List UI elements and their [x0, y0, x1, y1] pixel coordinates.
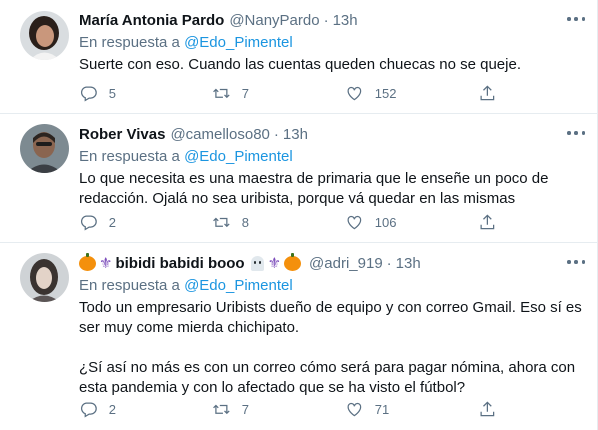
share-icon [480, 401, 495, 416]
like-button[interactable]: 152 [345, 84, 478, 103]
heart-icon [347, 402, 362, 416]
heart-icon [347, 215, 362, 229]
retweet-button[interactable]: 7 [212, 84, 345, 103]
timestamp[interactable]: 13h [333, 12, 358, 29]
like-button[interactable]: 106 [345, 213, 478, 232]
timestamp[interactable]: 13h [396, 255, 421, 272]
reply-button[interactable]: 5 [79, 84, 212, 103]
like-count: 106 [374, 214, 397, 230]
tweet[interactable]: ⚜ bibidi babidi booo ⚜ @adri_919 · 13h E… [0, 243, 597, 430]
share-icon [480, 214, 495, 229]
separator-dot: · [273, 125, 279, 143]
user-handle[interactable]: @NanyPardo [229, 12, 319, 29]
share-button[interactable] [478, 213, 508, 232]
timestamp[interactable]: 13h [283, 126, 308, 143]
retweet-icon [213, 88, 230, 98]
action-bar: 2 7 71 [79, 399, 509, 419]
reply-feed: María Antonia Pardo @NanyPardo · 13h En … [0, 0, 598, 430]
share-button[interactable] [478, 84, 508, 103]
heart-icon [347, 86, 362, 100]
reply-icon [80, 86, 97, 102]
separator-dot: · [386, 254, 392, 272]
fleur-de-lis-icon: ⚜ [99, 255, 113, 272]
user-handle[interactable]: @camelloso80 [170, 126, 269, 143]
reply-to-link[interactable]: @Edo_Pimentel [184, 148, 293, 165]
more-icon[interactable] [567, 257, 585, 267]
tweet[interactable]: María Antonia Pardo @NanyPardo · 13h En … [0, 0, 597, 114]
retweet-button[interactable]: 8 [212, 213, 345, 232]
avatar[interactable] [20, 253, 69, 302]
avatar[interactable] [20, 11, 69, 60]
reply-icon [80, 215, 97, 231]
tweet-paragraph: Lo que necesita es una maestra de primar… [79, 170, 549, 207]
pumpkin-icon [284, 252, 302, 271]
tweet[interactable]: Rober Vivas @camelloso80 · 13h En respue… [0, 114, 597, 243]
reply-icon [80, 402, 97, 418]
more-icon[interactable] [567, 128, 585, 138]
retweet-count: 7 [241, 85, 249, 101]
reply-context: En respuesta a @Edo_Pimentel [79, 33, 585, 53]
fleur-de-lis-icon: ⚜ [267, 255, 282, 272]
reply-button[interactable]: 2 [79, 213, 212, 232]
pumpkin-icon [79, 252, 96, 271]
reply-context: En respuesta a @Edo_Pimentel [79, 276, 585, 296]
display-name[interactable]: Rober Vivas [79, 126, 165, 143]
tweet-paragraph: Todo un empresario Uribists dueño de equ… [79, 299, 582, 336]
avatar[interactable] [20, 124, 69, 173]
share-icon [480, 85, 495, 100]
tweet-header: María Antonia Pardo @NanyPardo · 13h [79, 10, 585, 30]
display-name[interactable]: María Antonia Pardo [79, 12, 224, 29]
display-name[interactable]: bibidi babidi booo [115, 255, 244, 272]
like-count: 71 [374, 401, 390, 417]
reply-count: 2 [108, 401, 116, 417]
tweet-text: Suerte con eso. Cuando las cuentas quede… [79, 55, 585, 75]
reply-count: 2 [108, 214, 116, 230]
ghost-icon [250, 255, 264, 271]
retweet-icon [213, 217, 230, 227]
retweet-icon [213, 404, 230, 414]
separator-dot: · [323, 11, 329, 29]
reply-prefix: En respuesta a [79, 148, 180, 165]
tweet-paragraph: Suerte con eso. Cuando las cuentas quede… [79, 56, 521, 73]
tweet-header: Rober Vivas @camelloso80 · 13h [79, 124, 585, 144]
like-count: 152 [374, 85, 397, 101]
tweet-text: Todo un empresario Uribists dueño de equ… [79, 298, 585, 398]
tweet-paragraph: ¿Sí así no más es con un correo cómo ser… [79, 359, 576, 396]
action-bar: 5 7 152 [79, 83, 509, 103]
like-button[interactable]: 71 [345, 400, 478, 419]
reply-to-link[interactable]: @Edo_Pimentel [184, 34, 293, 51]
retweet-count: 8 [241, 214, 249, 230]
retweet-button[interactable]: 7 [212, 400, 345, 419]
reply-count: 5 [108, 85, 116, 101]
tweet-text: Lo que necesita es una maestra de primar… [79, 169, 585, 209]
more-icon[interactable] [567, 14, 585, 24]
share-button[interactable] [478, 400, 508, 419]
user-handle[interactable]: @adri_919 [309, 255, 383, 272]
action-bar: 2 8 106 [79, 212, 509, 232]
reply-prefix: En respuesta a [79, 34, 180, 51]
reply-prefix: En respuesta a [79, 277, 180, 294]
reply-button[interactable]: 2 [79, 400, 212, 419]
retweet-count: 7 [241, 401, 249, 417]
tweet-header: ⚜ bibidi babidi booo ⚜ @adri_919 · 13h [79, 252, 585, 273]
reply-context: En respuesta a @Edo_Pimentel [79, 147, 585, 167]
reply-to-link[interactable]: @Edo_Pimentel [184, 277, 293, 294]
